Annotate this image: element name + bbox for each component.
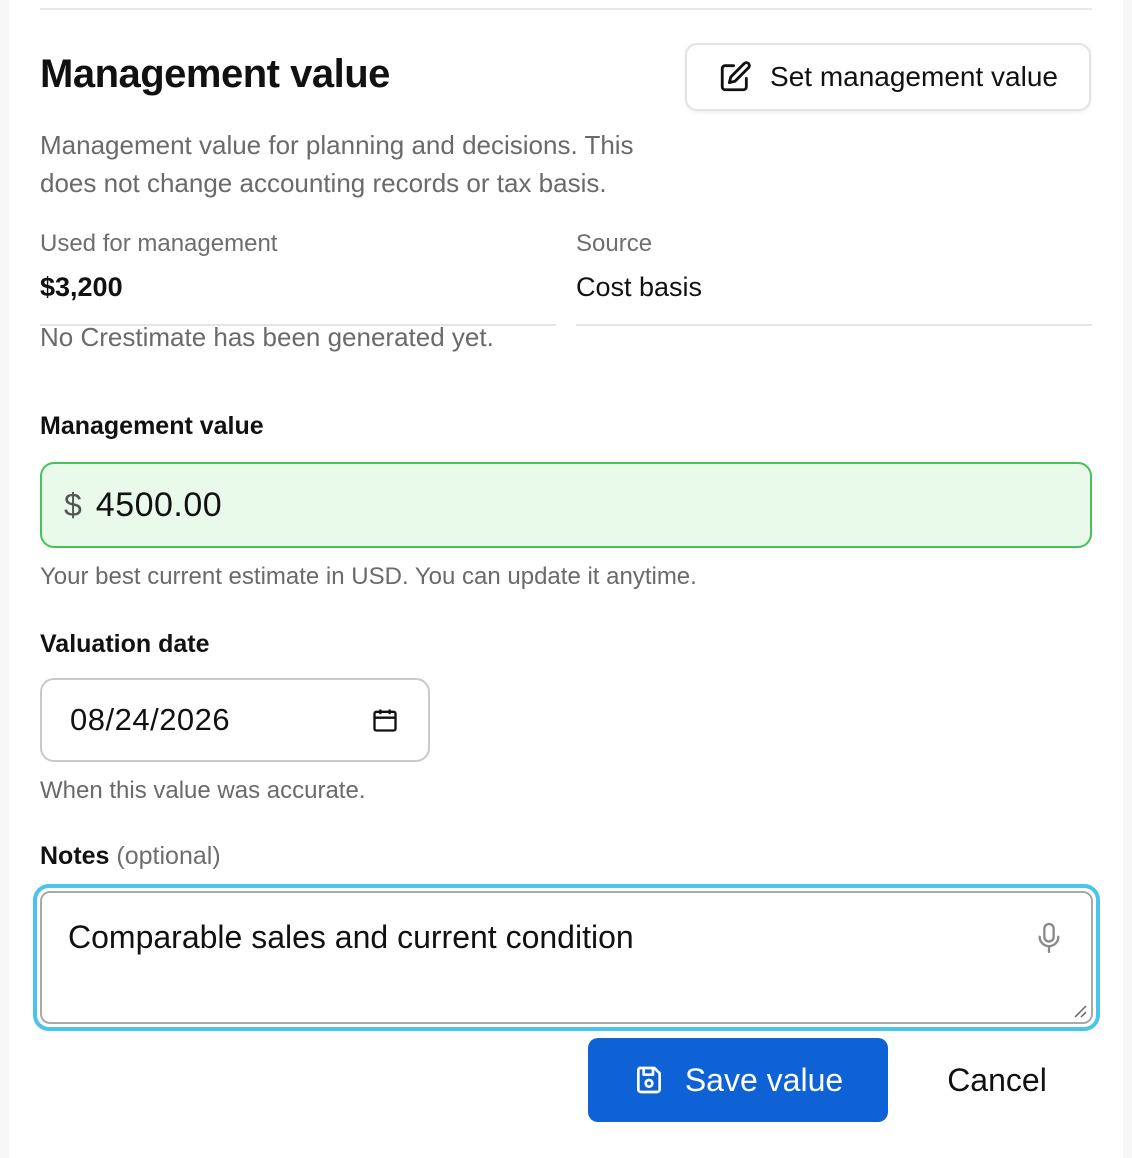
microphone-icon[interactable]: [1035, 921, 1063, 955]
resize-handle-icon[interactable]: [1071, 1002, 1087, 1018]
notes-text: Comparable sales and current condition: [68, 919, 634, 955]
notes-textarea[interactable]: Comparable sales and current condition: [40, 891, 1093, 1024]
section-description: Management value for planning and decisi…: [40, 130, 634, 198]
save-value-button[interactable]: Save value: [588, 1038, 888, 1122]
set-management-value-button[interactable]: Set management value: [685, 43, 1091, 111]
valuation-date-input[interactable]: 08/24/2026: [40, 678, 430, 762]
section-title: Management value: [40, 52, 390, 96]
notes-focus-ring: Comparable sales and current condition: [33, 884, 1100, 1031]
source-divider: [576, 324, 1092, 326]
pencil-square-icon: [718, 60, 752, 94]
floppy-disk-icon: [633, 1064, 665, 1096]
valuation-date-label: Valuation date: [40, 630, 210, 658]
calendar-icon[interactable]: [370, 705, 400, 735]
used-for-management-value: $3,200: [40, 272, 123, 302]
top-divider: [40, 8, 1092, 10]
source-label: Source: [576, 230, 653, 257]
valuation-date-help: When this value was accurate.: [40, 777, 366, 804]
management-value-text: 4500.00: [95, 485, 223, 524]
notes-optional-hint: (optional): [116, 842, 221, 870]
notes-label: Notes: [40, 842, 110, 870]
left-edge: [0, 0, 9, 1158]
management-value-input[interactable]: $ 4500.00: [40, 462, 1092, 548]
management-value-label: Management value: [40, 412, 264, 440]
notes-label-row: Notes (optional): [40, 842, 221, 871]
right-edge: [1123, 0, 1132, 1158]
currency-symbol: $: [64, 486, 82, 523]
management-value-panel: Management value Set management value Ma…: [0, 0, 1132, 1158]
used-for-management-label: Used for management: [40, 230, 278, 257]
management-value-help: Your best current estimate in USD. You c…: [40, 563, 697, 590]
save-value-label: Save value: [684, 1061, 844, 1098]
crestimate-note: No Crestimate has been generated yet.: [40, 322, 494, 352]
source-value: Cost basis: [576, 272, 703, 302]
cancel-button[interactable]: Cancel: [920, 1046, 1074, 1114]
set-management-value-label: Set management value: [770, 61, 1058, 92]
valuation-date-value: 08/24/2026: [70, 702, 231, 737]
